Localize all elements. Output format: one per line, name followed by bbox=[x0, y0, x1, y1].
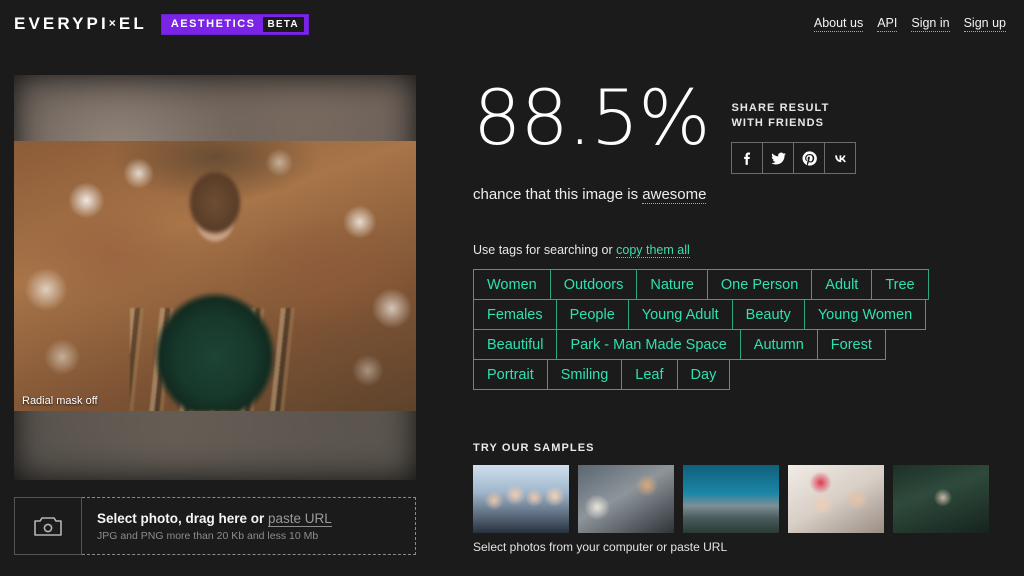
nav-item-sign-up[interactable]: Sign up bbox=[963, 16, 1006, 32]
share-facebook-button[interactable] bbox=[731, 142, 764, 174]
tag-chip[interactable]: People bbox=[555, 299, 629, 330]
tag-chip[interactable]: Outdoors bbox=[549, 269, 638, 300]
photo-subject bbox=[14, 141, 416, 411]
tag-chip[interactable]: Park - Man Made Space bbox=[556, 329, 741, 360]
uploaded-photo[interactable]: Radial mask off bbox=[14, 75, 416, 480]
tag-chip[interactable]: Portrait bbox=[473, 359, 548, 390]
tag-chip[interactable]: Women bbox=[473, 269, 551, 300]
upload-dropzone[interactable]: Select photo, drag here or paste URL JPG… bbox=[14, 497, 416, 555]
nav-item-api[interactable]: API bbox=[877, 16, 898, 32]
twitter-icon bbox=[771, 152, 786, 164]
tag-chip[interactable]: Tree bbox=[871, 269, 929, 300]
sample-mountains[interactable] bbox=[683, 465, 779, 533]
tag-chip[interactable]: Beautiful bbox=[473, 329, 558, 360]
tag-list: Women Outdoors Nature One Person Adult T… bbox=[473, 269, 1010, 390]
tag-row: Beautiful Park - Man Made Space Autumn F… bbox=[473, 329, 1010, 360]
tag-chip[interactable]: Leaf bbox=[621, 359, 678, 390]
camera-icon bbox=[34, 517, 62, 536]
aesthetics-beta-badge: AESTHETICS BETA bbox=[161, 14, 308, 34]
share-label-line1: SHARE RESULT bbox=[731, 102, 830, 114]
facebook-icon bbox=[744, 151, 750, 165]
tag-chip[interactable]: Forest bbox=[816, 329, 886, 360]
pinterest-icon bbox=[802, 150, 817, 166]
share-twitter-button[interactable] bbox=[762, 142, 795, 174]
share-icon-group bbox=[731, 142, 857, 174]
tag-chip[interactable]: Young Women bbox=[803, 299, 927, 330]
nav-item-about-us[interactable]: About us bbox=[813, 16, 864, 32]
samples-footer: Select photos from your computer or past… bbox=[473, 540, 728, 554]
photo-garment-detail bbox=[130, 308, 300, 411]
logo[interactable]: EVERYPI × EL bbox=[14, 14, 147, 34]
badge-beta-label: BETA bbox=[262, 16, 304, 32]
chance-description: chance that this image is awesome bbox=[473, 186, 1010, 204]
tag-chip[interactable]: Beauty bbox=[731, 299, 805, 330]
tag-row: Portrait Smiling Leaf Day bbox=[473, 359, 1010, 390]
tag-chip[interactable]: Young Adult bbox=[627, 299, 733, 330]
badge-label: AESTHETICS bbox=[170, 18, 256, 30]
site-header: EVERYPI × EL AESTHETICS BETA About us API … bbox=[0, 0, 1024, 48]
sample-forest-couple[interactable] bbox=[893, 465, 989, 533]
chance-prefix: chance that this image is bbox=[473, 186, 643, 203]
upload-icon-button[interactable] bbox=[14, 497, 82, 555]
nav-item-sign-in[interactable]: Sign in bbox=[911, 16, 950, 32]
tag-chip[interactable]: One Person bbox=[706, 269, 813, 300]
tags-header: Use tags for searching or copy them all bbox=[473, 243, 1010, 258]
samples-strip bbox=[473, 465, 1010, 533]
results-column: 88.5% SHARE RESULT WITH FRIENDS chance t… bbox=[473, 75, 1010, 554]
vk-icon bbox=[835, 154, 846, 162]
tags-header-prefix: Use tags for searching or bbox=[473, 243, 617, 257]
main-nav: About us API Sign in Sign up bbox=[813, 16, 1006, 32]
aesthetics-score: 88.5% bbox=[473, 73, 710, 162]
radial-mask-label: Radial mask off bbox=[22, 395, 98, 407]
share-pinterest-button[interactable] bbox=[793, 142, 826, 174]
upload-title: Select photo, drag here or paste URL bbox=[97, 510, 415, 527]
samples-header: TRY OUR SAMPLES bbox=[473, 442, 595, 454]
tag-chip[interactable]: Females bbox=[473, 299, 557, 330]
tag-row: Women Outdoors Nature One Person Adult T… bbox=[473, 269, 1010, 300]
tag-chip[interactable]: Autumn bbox=[739, 329, 818, 360]
tag-chip[interactable]: Adult bbox=[811, 269, 873, 300]
share-vk-button[interactable] bbox=[824, 142, 857, 174]
tag-chip[interactable]: Nature bbox=[636, 269, 708, 300]
paste-url-link[interactable]: paste URL bbox=[268, 510, 332, 527]
share-block: SHARE RESULT WITH FRIENDS bbox=[731, 101, 857, 174]
chance-highlight: awesome bbox=[642, 186, 707, 204]
logo-text-main: EVERYPI bbox=[14, 14, 109, 33]
logo-text-tail: EL bbox=[118, 14, 147, 33]
upload-text-area[interactable]: Select photo, drag here or paste URL JPG… bbox=[82, 497, 416, 555]
score-row: 88.5% SHARE RESULT WITH FRIENDS bbox=[473, 75, 1010, 174]
tag-row: Females People Young Adult Beauty Young … bbox=[473, 299, 1010, 330]
upload-title-prefix: Select photo, drag here or bbox=[97, 510, 269, 526]
upload-subtitle: JPG and PNG more than 20 Kb and less 10 … bbox=[97, 529, 319, 542]
tag-chip[interactable]: Smiling bbox=[546, 359, 623, 390]
tag-chip[interactable]: Day bbox=[676, 359, 731, 390]
sample-winter-couple[interactable] bbox=[788, 465, 884, 533]
logo-x-icon: × bbox=[108, 16, 119, 30]
share-label-line2: WITH FRIENDS bbox=[731, 117, 825, 129]
photo-column: Radial mask off bbox=[14, 75, 416, 480]
sample-office-desk[interactable] bbox=[578, 465, 674, 533]
sample-business-team[interactable] bbox=[473, 465, 569, 533]
copy-all-tags-link[interactable]: copy them all bbox=[616, 243, 690, 258]
